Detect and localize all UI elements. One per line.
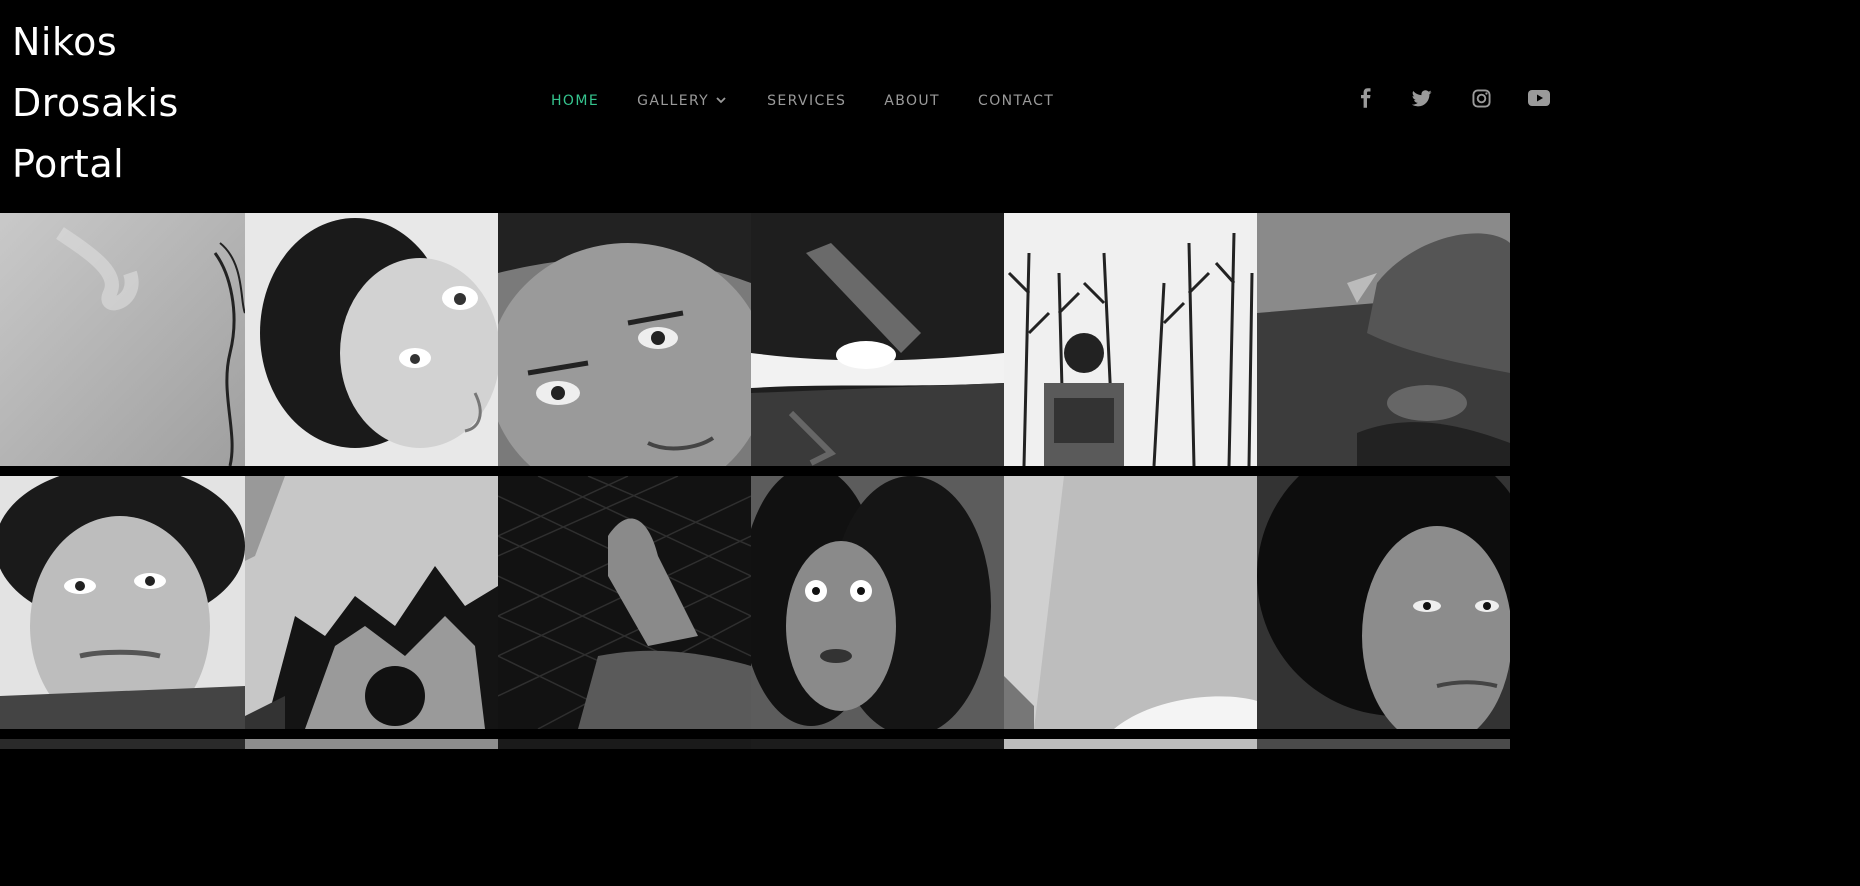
nav-item-label: ABOUT — [884, 93, 941, 109]
nav-item-label: GALLERY — [637, 93, 710, 109]
gallery-image[interactable] — [498, 213, 751, 466]
nav-item-about[interactable]: ABOUT — [884, 93, 940, 109]
gallery-image[interactable] — [751, 476, 1004, 729]
gallery-image[interactable] — [1004, 739, 1257, 749]
gallery-image[interactable] — [498, 739, 751, 749]
gallery-image[interactable] — [498, 476, 751, 729]
gallery-image[interactable] — [1257, 213, 1510, 466]
gallery-image[interactable] — [0, 213, 245, 466]
chevron-down-icon — [715, 93, 727, 109]
youtube-icon[interactable] — [1525, 86, 1553, 110]
gallery-image[interactable] — [1004, 476, 1257, 729]
gallery-image[interactable] — [0, 476, 245, 729]
main-nav: HOME GALLERY SERVICES ABOUT CONTACT — [551, 88, 1092, 114]
site-title-line-1: Nikos — [12, 20, 118, 64]
site-title-line-2: Drosakis — [12, 81, 179, 125]
gallery-image[interactable] — [0, 739, 245, 749]
facebook-icon[interactable] — [1352, 86, 1380, 110]
gallery-image[interactable] — [751, 739, 1004, 749]
instagram-icon[interactable] — [1467, 86, 1495, 110]
gallery-image[interactable] — [751, 213, 1004, 466]
gallery-image[interactable] — [1004, 213, 1257, 466]
nav-item-label: SERVICES — [767, 93, 847, 109]
gallery-image[interactable] — [1257, 739, 1510, 749]
gallery-image[interactable] — [245, 739, 498, 749]
social-links — [1352, 86, 1553, 110]
site-title-line-3: Portal — [12, 142, 125, 186]
site-header: Nikos Drosakis Portal HOME GALLERY SERVI… — [0, 0, 1568, 213]
twitter-icon[interactable] — [1408, 86, 1436, 110]
gallery-image[interactable] — [245, 213, 498, 466]
nav-item-contact[interactable]: CONTACT — [978, 93, 1054, 109]
nav-item-label: HOME — [551, 93, 600, 109]
gallery-image[interactable] — [245, 476, 498, 729]
nav-item-label: CONTACT — [978, 93, 1055, 109]
site-title[interactable]: Nikos Drosakis Portal — [12, 12, 179, 195]
nav-item-home[interactable]: HOME — [551, 93, 599, 109]
nav-item-gallery[interactable]: GALLERY — [637, 93, 726, 109]
gallery-image[interactable] — [1257, 476, 1510, 729]
nav-item-services[interactable]: SERVICES — [767, 93, 846, 109]
